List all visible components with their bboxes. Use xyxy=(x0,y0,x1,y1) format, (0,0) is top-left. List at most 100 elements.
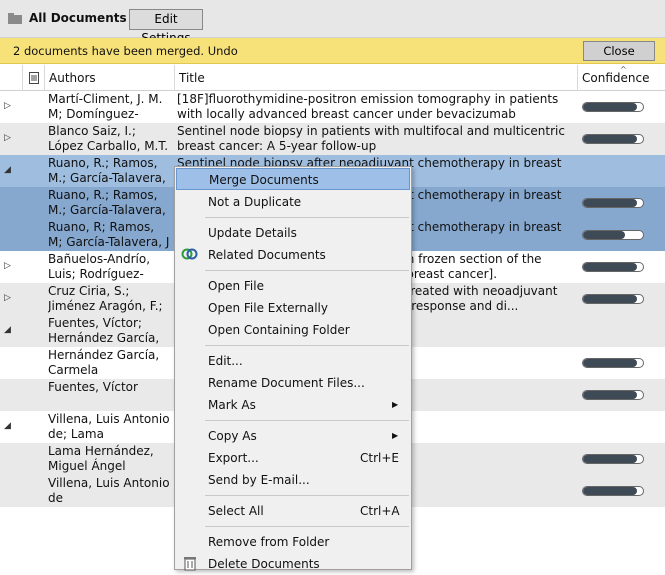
confidence-fill xyxy=(583,135,637,143)
collapse-arrow-icon[interactable]: ◢ xyxy=(4,325,11,335)
menu-not-duplicate[interactable]: Not a Duplicate xyxy=(176,191,410,213)
author-cell: Ruano, R.; Ramos, M.; García-Talavera, J… xyxy=(48,188,166,217)
confidence-bar xyxy=(582,262,644,272)
author-cell: Villena, Luis Antonio de; Lama Hernández… xyxy=(48,412,170,441)
menu-select-all[interactable]: Select All Ctrl+A xyxy=(176,500,410,522)
confidence-fill xyxy=(583,103,637,111)
expand-arrow-icon[interactable]: ▷ xyxy=(4,293,11,303)
menu-label: Remove from Folder xyxy=(208,535,330,549)
menu-separator xyxy=(205,495,409,496)
menu-label: Update Details xyxy=(208,226,297,240)
author-cell: Lama Hernández, Miguel Ángel xyxy=(48,444,154,473)
menu-label: Related Documents xyxy=(208,248,326,262)
expand-arrow-icon[interactable]: ▷ xyxy=(4,261,11,271)
doc-column-header[interactable] xyxy=(22,65,44,91)
menu-label: Export... xyxy=(208,451,259,465)
menu-separator xyxy=(205,345,409,346)
menu-label: Open File xyxy=(208,279,264,293)
menu-label: Not a Duplicate xyxy=(208,195,302,209)
confidence-fill xyxy=(583,391,637,399)
menu-edit[interactable]: Edit... xyxy=(176,350,410,372)
menu-shortcut: Ctrl+A xyxy=(360,504,400,518)
menu-export[interactable]: Export... Ctrl+E xyxy=(176,447,410,469)
title-column-header[interactable]: Title xyxy=(174,65,577,91)
expand-arrow-icon[interactable]: ▷ xyxy=(4,133,11,143)
menu-delete-documents[interactable]: Delete Documents xyxy=(176,553,410,575)
menu-open-file-externally[interactable]: Open File Externally xyxy=(176,297,410,319)
toolbar: All Documents Edit Settings xyxy=(0,0,665,45)
menu-label: Select All xyxy=(208,504,264,518)
confidence-bar xyxy=(582,390,644,400)
document-icon xyxy=(29,72,39,84)
confidence-fill xyxy=(583,263,637,271)
confidence-fill xyxy=(583,231,625,239)
menu-label: Open File Externally xyxy=(208,301,328,315)
menu-separator xyxy=(205,270,409,271)
menu-separator xyxy=(205,420,409,421)
menu-mark-as[interactable]: Mark As ▶ xyxy=(176,394,410,416)
confidence-bar xyxy=(582,486,644,496)
author-cell: Hernández García, Carmela xyxy=(48,348,160,377)
menu-separator xyxy=(205,526,409,527)
sort-caret-icon: ^ xyxy=(620,65,627,74)
confidence-fill xyxy=(583,199,637,207)
menu-label: Delete Documents xyxy=(208,557,320,571)
confidence-bar xyxy=(582,294,644,304)
menu-label: Merge Documents xyxy=(209,173,319,187)
notification-message[interactable]: 2 documents have been merged. Undo xyxy=(13,44,238,58)
expand-arrow-icon[interactable]: ▷ xyxy=(4,101,11,111)
submenu-arrow-icon: ▶ xyxy=(392,400,399,409)
confidence-bar xyxy=(582,454,644,464)
menu-merge-documents[interactable]: Merge Documents xyxy=(176,168,410,190)
menu-label: Edit... xyxy=(208,354,243,368)
confidence-bar xyxy=(582,198,644,208)
edit-settings-button[interactable]: Edit Settings xyxy=(129,9,203,45)
author-cell: Bañuelos-Andrío, Luis; Rodríguez-Caravac… xyxy=(48,252,151,281)
authors-column-header[interactable]: Authors xyxy=(44,65,174,91)
confidence-fill xyxy=(583,487,637,495)
menu-open-file[interactable]: Open File xyxy=(176,275,410,297)
collapse-arrow-icon[interactable]: ◢ xyxy=(4,165,11,175)
related-documents-icon xyxy=(181,248,198,260)
table-row[interactable]: ▷ Blanco Saiz, I.; López Carballo, M.T. T… xyxy=(0,123,665,155)
menu-separator xyxy=(205,217,409,218)
submenu-arrow-icon: ▶ xyxy=(392,431,399,440)
confidence-fill xyxy=(583,359,637,367)
menu-rename-files[interactable]: Rename Document Files... xyxy=(176,372,410,394)
folder-icon xyxy=(8,13,22,24)
confidence-bar xyxy=(582,358,644,368)
menu-send-email[interactable]: Send by E-mail... xyxy=(176,469,410,491)
menu-shortcut: Ctrl+E xyxy=(360,451,399,465)
close-notification-button[interactable]: Close xyxy=(583,41,655,61)
menu-label: Copy As xyxy=(208,429,257,443)
menu-update-details[interactable]: Update Details xyxy=(176,222,410,244)
trash-icon xyxy=(184,557,196,571)
confidence-bar xyxy=(582,102,644,112)
collapse-arrow-icon[interactable]: ◢ xyxy=(4,421,11,431)
context-menu: Merge Documents Not a Duplicate Update D… xyxy=(174,166,412,571)
author-cell: Martí-Climent, J. M. M; Domínguez-Prado,… xyxy=(48,92,163,121)
menu-remove-from-folder[interactable]: Remove from Folder xyxy=(176,531,410,553)
author-cell: Fuentes, Víctor xyxy=(48,380,138,394)
menu-copy-as[interactable]: Copy As ▶ xyxy=(176,425,410,447)
menu-open-containing-folder[interactable]: Open Containing Folder xyxy=(176,319,410,341)
menu-label: Open Containing Folder xyxy=(208,323,350,337)
author-cell: Cruz Ciria, S.; Jiménez Aragón, F.; Garc… xyxy=(48,284,163,313)
menu-label: Send by E-mail... xyxy=(208,473,310,487)
author-cell: Fuentes, Víctor; Hernández García, Ca... xyxy=(48,316,160,345)
title-cell: [18F]fluorothymidine-positron emission t… xyxy=(177,92,559,121)
author-cell: Blanco Saiz, I.; López Carballo, M.T. T;… xyxy=(48,124,169,153)
menu-related-documents[interactable]: Related Documents xyxy=(176,244,410,266)
confidence-fill xyxy=(583,455,637,463)
confidence-bar xyxy=(582,230,644,240)
menu-label: Mark As xyxy=(208,398,256,412)
menu-label: Rename Document Files... xyxy=(208,376,365,390)
confidence-fill xyxy=(583,295,637,303)
author-cell: Villena, Luis Antonio de xyxy=(48,476,170,505)
confidence-bar xyxy=(582,134,644,144)
page-title: All Documents xyxy=(29,11,127,25)
author-cell: Ruano, R; Ramos, M; García-Talavera, J R… xyxy=(48,220,170,249)
title-cell: Sentinel node biopsy in patients with mu… xyxy=(177,124,565,153)
table-row[interactable]: ▷ Martí-Climent, J. M. M; Domínguez-Prado… xyxy=(0,91,665,123)
column-header: Authors Title Confidence ^ xyxy=(0,65,665,91)
